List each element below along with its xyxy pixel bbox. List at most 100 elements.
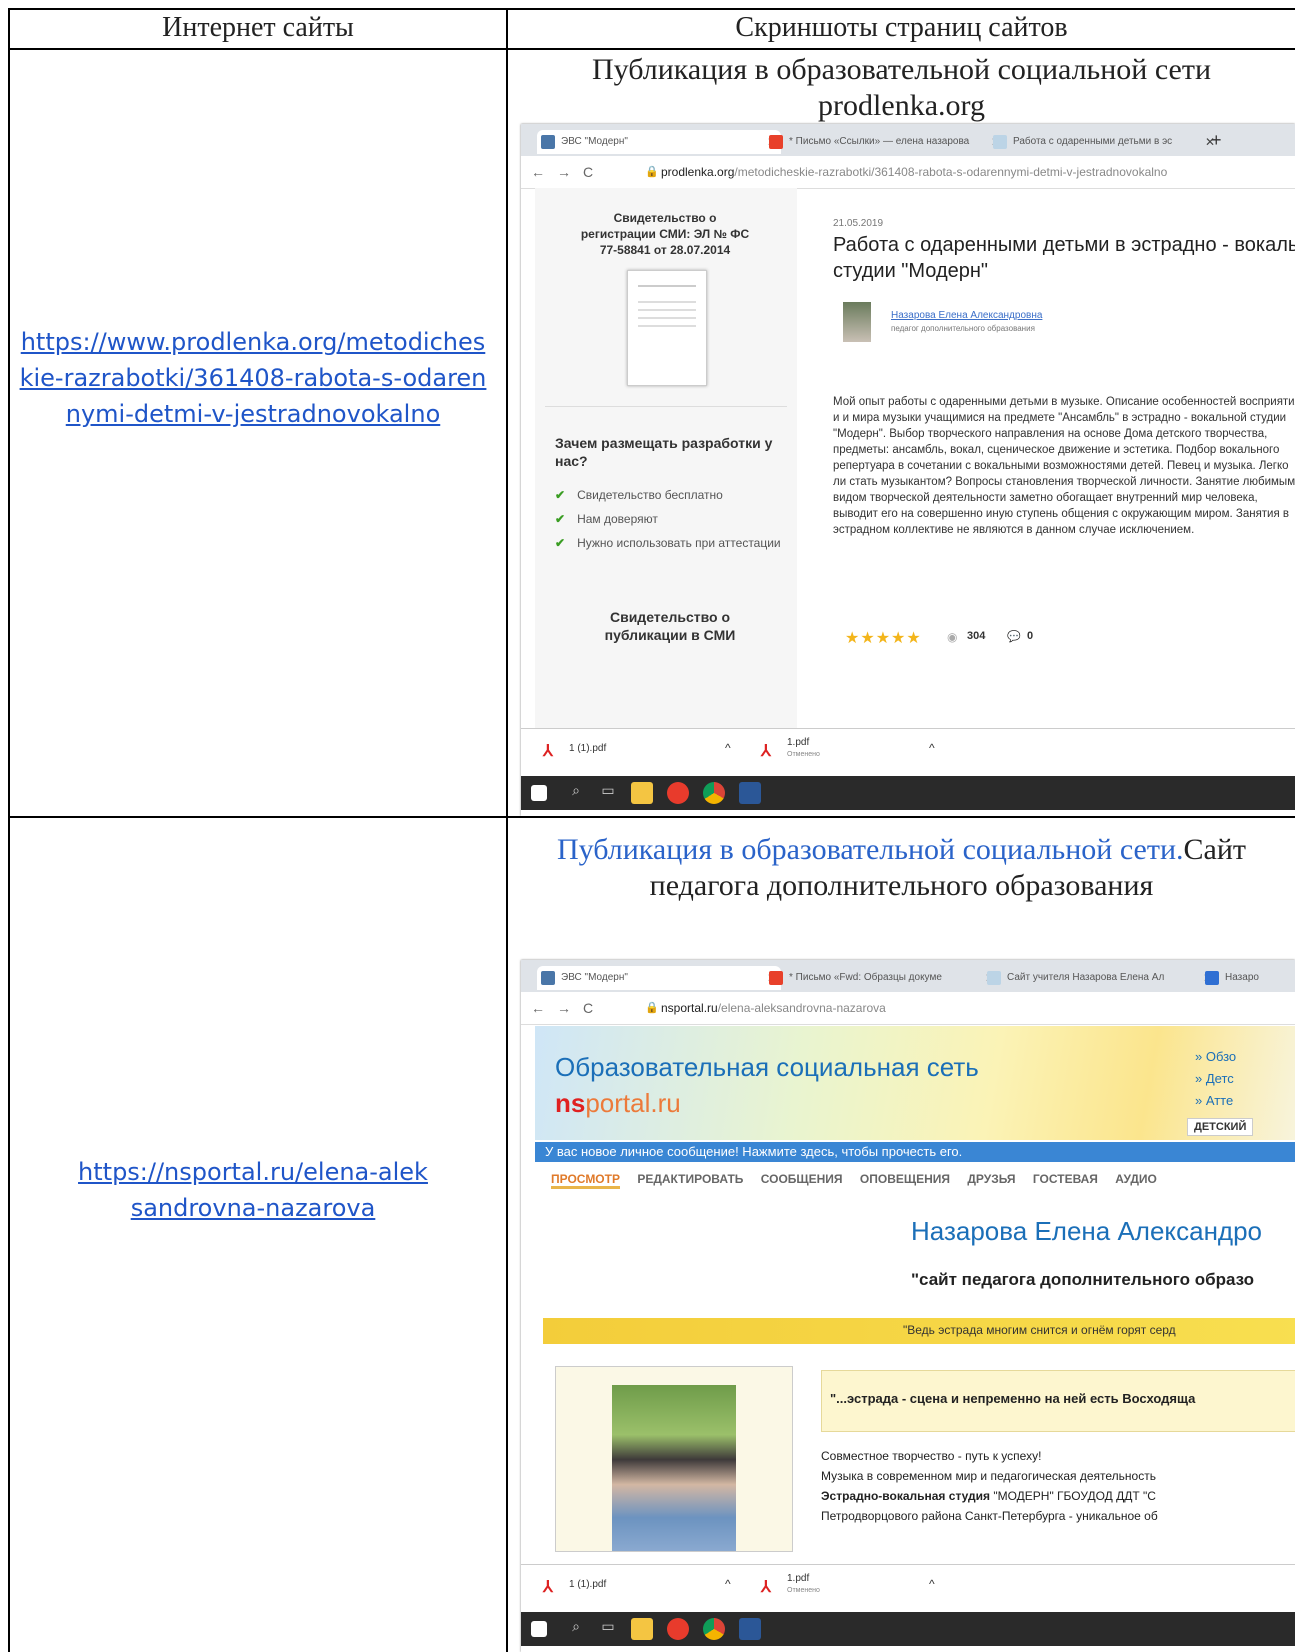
check-icon: ✔ <box>555 536 566 550</box>
features-list: ✔ Свидетельство бесплатно ✔ Нам доверяют ✔… <box>555 478 785 560</box>
browser-tab[interactable]: Работа с одаренными детьми в эс ✕ <box>989 130 1219 154</box>
browser-tab[interactable]: ЭВС "Модерн" ✕ <box>537 966 781 990</box>
folder-icon[interactable] <box>631 1618 653 1640</box>
chevron-up-icon[interactable]: ^ <box>725 741 731 755</box>
download-filename: 1 (1).pdf <box>569 743 607 754</box>
tab-label: * Письмо «Fwd: Образцы докуме <box>789 972 942 983</box>
avatar <box>843 302 871 342</box>
menu-item-messages[interactable]: СООБЩЕНИЯ <box>761 1172 843 1186</box>
nav-arrows-icon[interactable]: ←→C <box>531 164 605 180</box>
url-path: /metodicheskie-razrabotki/361408-rabota-… <box>734 165 1168 179</box>
task-view-icon[interactable]: ▭ <box>597 1618 619 1640</box>
logo-portal: portal.ru <box>585 1088 681 1118</box>
kids-button[interactable]: ДЕТСКИЙ <box>1187 1118 1254 1136</box>
tab-label: Назаро <box>1225 972 1259 983</box>
eye-icon: ◉ <box>947 630 958 644</box>
nav-arrows-icon[interactable]: ←→C <box>531 1000 605 1016</box>
rating-stars[interactable]: ★★★★★ <box>845 628 922 648</box>
pdf-icon: ⅄ <box>543 1579 553 1596</box>
download-item[interactable]: ⅄ 1.pdf Отменено ^ <box>761 1573 961 1603</box>
row2-publication-title: Публикация в образовательной социальной … <box>508 832 1295 904</box>
chevron-up-icon[interactable]: ^ <box>929 1577 935 1591</box>
menu-item-guestbook[interactable]: ГОСТЕВАЯ <box>1033 1172 1098 1186</box>
chrome-icon[interactable] <box>703 782 725 804</box>
browser-tab[interactable]: Сайт учителя Назарова Елена Ал ✕ <box>983 966 1217 990</box>
tab-label: Работа с одаренными детьми в эс <box>1013 136 1173 147</box>
search-icon[interactable]: ⌕ <box>565 1618 587 1640</box>
vk-icon <box>541 135 555 149</box>
yandex-icon[interactable] <box>667 782 689 804</box>
feature-item: ✔ Нужно использовать при аттестации <box>555 536 781 550</box>
feature-item: ✔ Нам доверяют <box>555 512 658 526</box>
menu-item-edit[interactable]: РЕДАКТИРОВАТЬ <box>637 1172 743 1186</box>
profile-photo-frame <box>555 1366 793 1552</box>
windows-start-icon[interactable] <box>531 785 547 801</box>
quote-banner-text: "Ведь эстрада многим снится и огнём горя… <box>903 1323 1176 1337</box>
download-item[interactable]: ⅄ 1 (1).pdf ^ <box>543 1575 743 1603</box>
chevron-up-icon[interactable]: ^ <box>929 741 935 755</box>
url-domain: prodlenka.org <box>661 165 735 179</box>
site-link-prodlenka[interactable]: https://www.prodlenka.org/metodicheskie-… <box>14 324 492 432</box>
downloads-bar: ⅄ 1 (1).pdf ^ ⅄ 1.pdf Отменено ^ <box>521 728 1295 777</box>
header-nav: » Обзо » Детс » Атте <box>1195 1046 1236 1112</box>
header-nav-item[interactable]: » Атте <box>1195 1090 1236 1112</box>
feature-item: ✔ Свидетельство бесплатно <box>555 488 723 502</box>
address-bar[interactable]: ←→C 🔒 prodlenka.org/metodicheskie-razrab… <box>521 156 1295 189</box>
author-link[interactable]: Назарова Елена Александровна <box>891 310 1042 321</box>
yandex-icon[interactable] <box>667 1618 689 1640</box>
url-domain: nsportal.ru <box>661 1001 718 1015</box>
downloads-bar: ⅄ 1 (1).pdf ^ ⅄ 1.pdf Отменено ^ <box>521 1564 1295 1613</box>
quote-box: "...эстрада - сцена и непременно на ней … <box>821 1370 1295 1432</box>
windows-start-icon[interactable] <box>531 1621 547 1637</box>
menu-item-audio[interactable]: АУДИО <box>1115 1172 1157 1186</box>
pdf-icon: ⅄ <box>761 743 771 760</box>
download-item[interactable]: ⅄ 1.pdf Отменено ^ <box>761 737 961 767</box>
comments-count: 0 <box>1027 630 1034 642</box>
menu-item-friends[interactable]: ДРУЗЬЯ <box>967 1172 1015 1186</box>
browser-tab[interactable]: * Письмо «Ссылки» — елена назарова ✕ <box>765 130 1005 154</box>
table-border-top <box>8 8 1295 10</box>
folder-icon[interactable] <box>631 782 653 804</box>
site-title: Образовательная социальная сеть <box>555 1052 979 1082</box>
profile-line: Совместное творчество - путь к успеху! <box>821 1449 1042 1463</box>
header-nav-item[interactable]: » Обзо <box>1195 1046 1236 1068</box>
row2-title-blue: Публикация в образовательной социальной … <box>557 833 1184 866</box>
logo-ns: ns <box>555 1088 586 1118</box>
new-tab-button[interactable]: + <box>1211 130 1222 151</box>
profile-photo <box>612 1385 736 1551</box>
browser-tab[interactable]: * Письмо «Fwd: Образцы докуме ✕ <box>765 966 999 990</box>
quote-banner: "Ведь эстрада многим снится и огнём горя… <box>543 1318 1295 1344</box>
profile-name: Назарова Елена Александро <box>911 1216 1263 1246</box>
task-view-icon[interactable]: ▭ <box>597 782 619 804</box>
word-icon[interactable] <box>739 1618 761 1640</box>
url-path: /elena-aleksandrovna-nazarova <box>717 1001 886 1015</box>
site-link-nsportal[interactable]: https://nsportal.ru/elena-aleksandrovna-… <box>14 1154 492 1226</box>
table-row-divider <box>8 816 1295 818</box>
chrome-icon[interactable] <box>703 1618 725 1640</box>
new-message-notice[interactable]: У вас новое личное сообщение! Нажмите зд… <box>535 1142 1295 1162</box>
article-title: Работа с одаренными детьми в эстрадно - … <box>833 234 1295 282</box>
profile-menu: ПРОСМОТР РЕДАКТИРОВАТЬ СООБЩЕНИЯ ОПОВЕЩЕ… <box>551 1172 1295 1189</box>
mail-icon <box>769 135 783 149</box>
profile-subtitle: "сайт педагога дополнительного образо <box>911 1270 1255 1289</box>
article-body: Мой опыт работы с одаренными детьми в му… <box>833 396 1295 536</box>
tab-label: Сайт учителя Назарова Елена Ал <box>1007 972 1165 983</box>
word-icon[interactable] <box>739 782 761 804</box>
lock-icon: 🔒 <box>645 166 659 178</box>
header-nav-item[interactable]: » Детс <box>1195 1068 1236 1090</box>
check-icon: ✔ <box>555 488 566 502</box>
chevron-up-icon[interactable]: ^ <box>725 1577 731 1591</box>
menu-item-notifications[interactable]: ОПОВЕЩЕНИЯ <box>860 1172 950 1186</box>
address-bar[interactable]: ←→C 🔒 nsportal.ru/elena-aleksandrovna-na… <box>521 992 1295 1025</box>
download-status: Отменено <box>787 751 820 758</box>
site-logo[interactable]: nsportal.ru <box>555 1088 681 1119</box>
search-icon[interactable]: ⌕ <box>565 782 587 804</box>
publication-cert-title: Свидетельство о публикации в СМИ <box>604 609 736 643</box>
profile-line: Музыка в современном мир и педагогическа… <box>821 1469 1156 1483</box>
browser-tab[interactable]: ЭВС "Модерн" ✕ <box>537 130 781 154</box>
column-header-screenshots: Скриншоты страниц сайтов <box>735 12 1068 43</box>
menu-item-view[interactable]: ПРОСМОТР <box>551 1172 620 1189</box>
download-item[interactable]: ⅄ 1 (1).pdf ^ <box>543 739 743 767</box>
browser-tab[interactable]: Назаро <box>1201 966 1295 990</box>
tab-label: ЭВС "Модерн" <box>561 972 628 983</box>
